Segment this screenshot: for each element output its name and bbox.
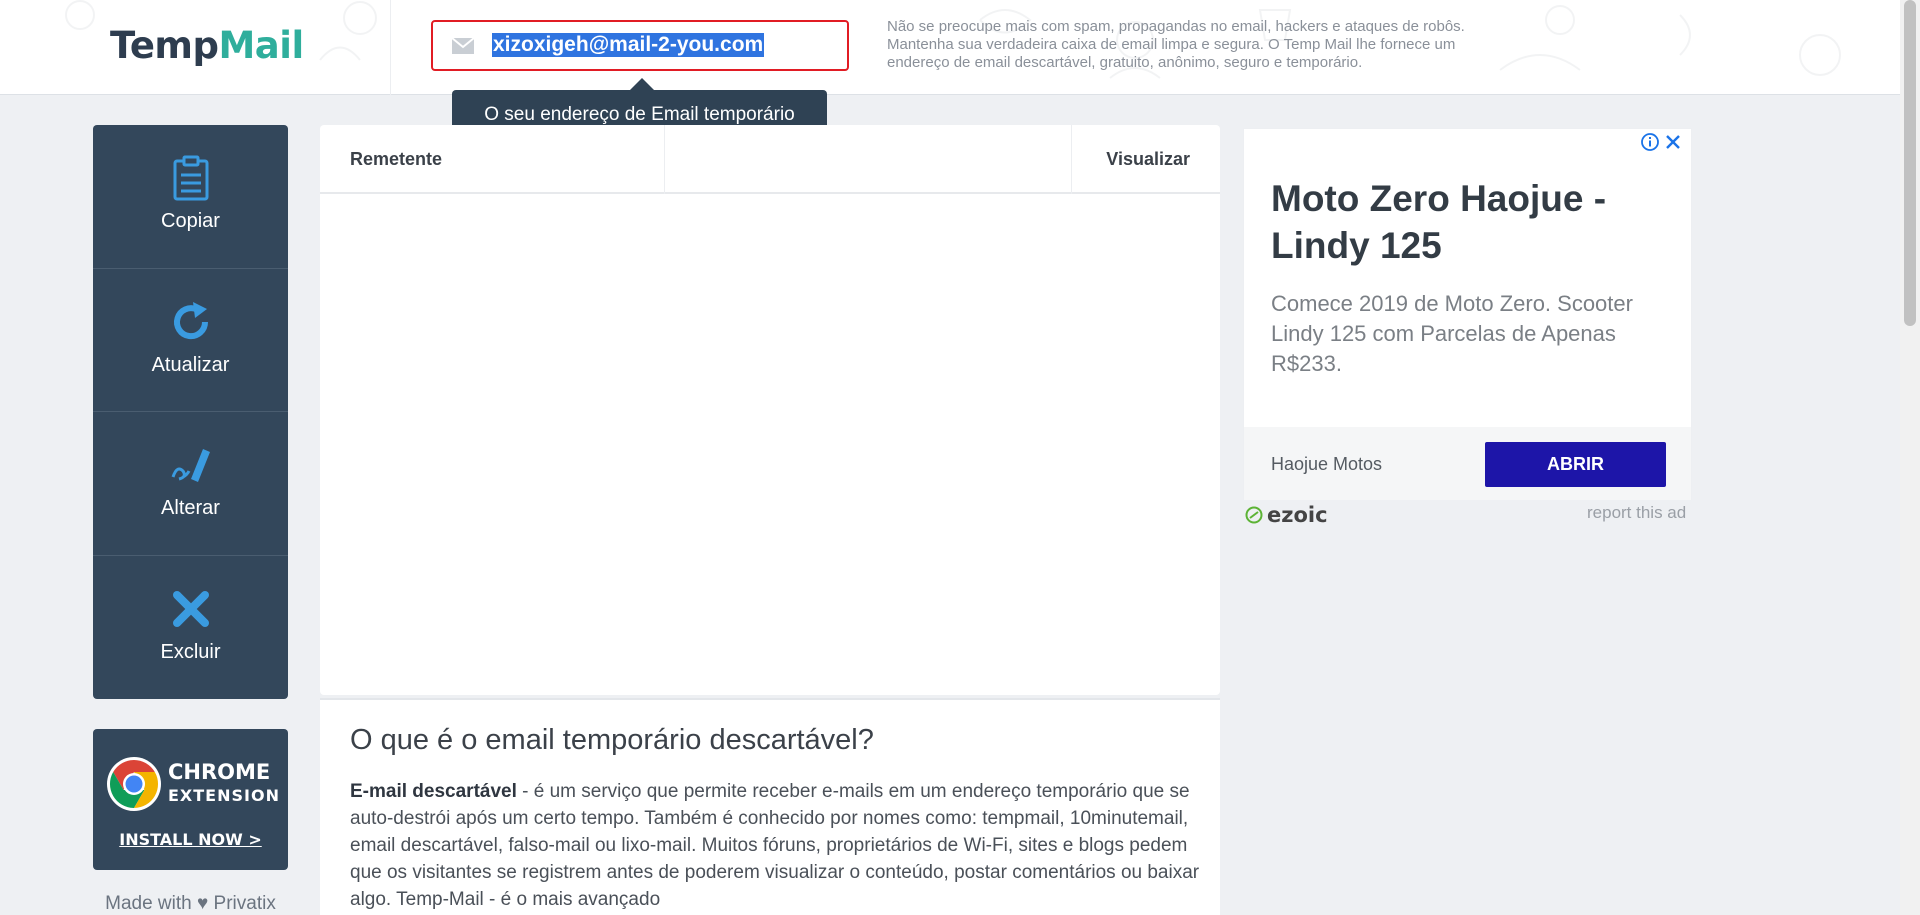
chrome-title: CHROME — [168, 760, 271, 784]
made-with-credit: Made with ♥ Privatix — [105, 893, 276, 914]
ezoic-icon — [1245, 506, 1263, 524]
chrome-extension-banner[interactable]: CHROME EXTENSION INSTALL NOW > — [93, 729, 288, 870]
ezoic-logo[interactable]: ezoic — [1245, 503, 1328, 527]
copy-button[interactable]: Copiar — [93, 125, 288, 269]
ezoic-text: ezoic — [1267, 503, 1328, 527]
article-title: O que é o email temporário descartável? — [350, 724, 874, 756]
temp-mail-logo[interactable]: TempMail — [110, 24, 304, 67]
delete-button[interactable]: Excluir — [93, 556, 288, 700]
install-now-link[interactable]: INSTALL NOW > — [93, 830, 288, 849]
site-header: TempMail xizoxigeh@mail-2-you.com Não se… — [0, 0, 1900, 95]
ad-brand: Haojue Motos — [1271, 454, 1383, 474]
adchoices-info-icon[interactable] — [1641, 133, 1659, 151]
action-sidebar: Copiar Atualizar Alterar Excluir — [93, 125, 288, 699]
refresh-label: Atualizar — [151, 353, 230, 376]
ad-panel[interactable]: Moto Zero Haojue - Lindy 125 Comece 2019… — [1243, 128, 1692, 500]
envelope-icon — [451, 37, 475, 54]
column-separator — [1071, 125, 1072, 194]
column-separator — [664, 125, 665, 194]
email-address-text[interactable]: xizoxigeh@mail-2-you.com — [492, 33, 765, 57]
article-body: E-mail descartável - é um serviço que pe… — [350, 778, 1200, 913]
scrollbar-thumb[interactable] — [1904, 0, 1916, 326]
article-lead: E-mail descartável — [350, 781, 517, 802]
column-sender: Remetente — [350, 149, 443, 169]
email-address-field[interactable]: xizoxigeh@mail-2-you.com — [431, 20, 849, 71]
copy-label: Copiar — [161, 210, 220, 232]
change-button[interactable]: Alterar — [93, 412, 288, 556]
ad-title[interactable]: Moto Zero Haojue - Lindy 125 — [1271, 175, 1671, 269]
change-label: Alterar — [161, 497, 220, 519]
inbox-panel: Remetente Visualizar — [320, 125, 1220, 695]
chrome-icon — [107, 757, 161, 811]
chrome-subtitle: EXTENSION — [168, 786, 280, 805]
inbox-header: Remetente Visualizar — [320, 125, 1220, 194]
info-article: O que é o email temporário descartável? … — [320, 698, 1220, 915]
clipboard-icon — [169, 155, 213, 201]
report-ad-link[interactable]: report this ad — [1587, 503, 1686, 523]
close-ad-icon[interactable] — [1665, 134, 1681, 150]
ad-open-button[interactable]: ABRIR — [1485, 442, 1666, 487]
refresh-icon — [169, 299, 213, 345]
header-description: Não se preocupe mais com spam, propagand… — [887, 18, 1465, 71]
column-view: Visualizar — [1106, 149, 1190, 169]
logo-temp: Temp — [110, 24, 219, 67]
delete-icon — [169, 586, 213, 632]
refresh-button[interactable]: Atualizar — [93, 269, 288, 412]
delete-label: Excluir — [160, 640, 221, 663]
ad-footer: Haojue Motos ABRIR — [1244, 427, 1691, 500]
header-divider — [390, 0, 391, 95]
edit-icon — [169, 442, 213, 488]
logo-mail: Mail — [218, 24, 304, 67]
ad-controls — [1641, 133, 1681, 151]
ad-description: Comece 2019 de Moto Zero. Scooter Lindy … — [1271, 291, 1633, 376]
